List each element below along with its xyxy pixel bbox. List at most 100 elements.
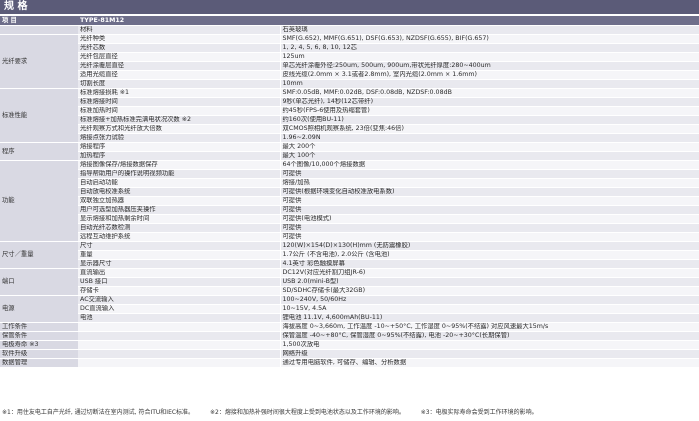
table-row: 工作条件 海拔高度 0~3,660m, 工作温度 -10~+50°C, 工作湿度 …: [0, 322, 699, 332]
item-cell: 用户可选型加热器压夹操作: [78, 205, 281, 215]
value-cell: 通过专用电脑软件, 可储存、编辑、分析数据: [280, 358, 699, 368]
table-row: 软件升级 网络升级: [0, 349, 699, 359]
value-cell: 双CMOS照相机观察系统, 23倍(变焦:46倍): [280, 124, 699, 134]
item-cell: 自动启动功能: [78, 178, 281, 188]
item-cell: [78, 358, 281, 368]
table-header-row: 项 目 TYPE-81M12: [0, 16, 699, 26]
category-cell: 程序: [0, 142, 78, 161]
value-cell: 海拔高度 0~3,660m, 工作温度 -10~+50°C, 工作湿度 0~95…: [280, 322, 699, 332]
table-row: 端口 直流输出 DC12V(对应光纤割刀组JR-6): [0, 268, 699, 296]
table-row: 存储卡 SD/SDHC存储卡(最大32GB): [0, 286, 699, 296]
spec-table: 项 目 TYPE-81M12 材料 石英玻璃 光纤要求 光纤种类 SMF(G.652),…: [0, 16, 699, 368]
item-cell: 光纤观察方式和光纤放大倍数: [78, 124, 281, 134]
category-cell: 光纤要求: [0, 34, 78, 89]
table-row: 电极寿命 ※3 1,500次放电: [0, 340, 699, 350]
item-cell: 标准熔接时间: [78, 97, 281, 107]
table-row: 光纤观察方式和光纤放大倍数 双CMOS照相机观察系统, 23倍(变焦:46倍): [0, 124, 699, 134]
table-row: 光纤包层直径 125um: [0, 52, 699, 62]
category-cell: 电极寿命 ※3: [0, 340, 78, 350]
category-cell: 数据管理: [0, 358, 78, 368]
item-cell: 光纤芯数: [78, 43, 281, 53]
value-cell: 可提供: [280, 232, 699, 242]
item-cell: 光纤包层直径: [78, 52, 281, 62]
value-cell: 单芯光纤涂覆外径:250um, 500um, 900um,带状光纤厚度:280~…: [280, 61, 699, 71]
item-cell: 直流输出: [78, 268, 281, 278]
value-cell: 可提供(根据环境变化自动校准放电系数): [280, 187, 699, 197]
value-cell: 120(W)×154(D)×130(H)mm (无防震橡胶): [280, 241, 699, 251]
table-row: 标准熔接+加热标准完满电状况次数 ※2 约160次(使用BU-11): [0, 115, 699, 125]
value-cell: 约160次(使用BU-11): [280, 115, 699, 125]
value-cell: DC12V(对应光纤割刀组JR-6): [280, 268, 699, 278]
table-row: 指导帮助用户的操作说明视频功能 可提供: [0, 169, 699, 179]
item-cell: 电池: [78, 313, 281, 323]
value-cell: 网络升级: [280, 349, 699, 359]
footnote-1: ※1：用住友电工自产光纤, 通过切断法在室内测试, 符合ITU和IEC标准。: [2, 409, 195, 416]
header-item: 项 目: [0, 16, 78, 26]
value-cell: 可提供(电池模式): [280, 214, 699, 224]
table-row: 保管条件 保管温度 -40~+80°C, 保管湿度 0~95%(不结露), 电池 …: [0, 331, 699, 341]
table-row: 数据管理 通过专用电脑软件, 可储存、编辑、分析数据: [0, 358, 699, 368]
value-cell: 10~15V, 4.5A: [280, 304, 699, 314]
item-cell: 标准熔接+加热标准完满电状况次数 ※2: [78, 115, 281, 125]
table-row: 适用光缆直径 皮线光缆(2.0mm × 3.1或者2.8mm), 室内光缆(2.0…: [0, 70, 699, 80]
table-row: 光纤要求 光纤种类 SMF(G.652), MMF(G.651), DSF(G.65…: [0, 34, 699, 89]
table-row: 加热程序 最大 100个: [0, 151, 699, 161]
section-title: 规 格: [0, 0, 699, 14]
table-row: 电池 锂电池 11.1V, 4,600mAh(BU-11): [0, 313, 699, 323]
item-cell: 指导帮助用户的操作说明视频功能: [78, 169, 281, 179]
item-cell: 远程互动维护系统: [78, 232, 281, 242]
category-cell: 保管条件: [0, 331, 78, 341]
item-cell: 切割长度: [78, 79, 281, 89]
header-model: TYPE-81M12: [78, 16, 699, 26]
value-cell: 9秒(单芯光纤), 14秒(12芯带纤): [280, 97, 699, 107]
value-cell: 1, 2, 4, 5, 6, 8, 10, 12芯: [280, 43, 699, 53]
table-row: 尺寸／重量 尺寸 120(W)×154(D)×130(H)mm (无防震橡胶): [0, 241, 699, 269]
item-cell: 重量: [78, 250, 281, 260]
item-cell: [78, 322, 281, 332]
value-cell: 最大 200个: [280, 142, 699, 152]
item-cell: 熔接点张力试验: [78, 133, 281, 143]
category-cell: 电源: [0, 295, 78, 323]
table-row: 程序 熔接程序 最大 200个: [0, 142, 699, 161]
value-cell: 1.7公斤 (不含电池), 2.0公斤 (含电池): [280, 250, 699, 260]
value-cell: 可提供: [280, 205, 699, 215]
item-cell: [78, 331, 281, 341]
item-cell: 自动光纤芯数检测: [78, 223, 281, 233]
item-cell: 双联独立加热器: [78, 196, 281, 206]
value-cell: 可提供: [280, 169, 699, 179]
item-cell: 光纤涂覆层直径: [78, 61, 281, 71]
item-cell: 熔接程序: [78, 142, 281, 152]
value-cell: 100~240V, 50/60Hz: [280, 295, 699, 305]
item-cell: [78, 349, 281, 359]
table-row: 电源 AC交流输入 100~240V, 50/60Hz: [0, 295, 699, 323]
category-cell: 尺寸／重量: [0, 241, 78, 269]
table-row: 标准性能 标准熔接损耗 ※1 SMF:0.05dB, MMF:0.02dB, DSF…: [0, 88, 699, 143]
table-row: 自动启动功能 熔接/加热: [0, 178, 699, 188]
item-cell: 熔接图像保存/熔接数据保存: [78, 160, 281, 170]
value-cell: USB 2.0(mini-B型): [280, 277, 699, 287]
value-cell: 可提供: [280, 223, 699, 233]
table-row: 切割长度 10mm: [0, 79, 699, 89]
table-row: 重量 1.7公斤 (不含电池), 2.0公斤 (含电池): [0, 250, 699, 260]
value-cell: 64个图像/10,000个熔接数据: [280, 160, 699, 170]
value-cell: 最大 100个: [280, 151, 699, 161]
table-row: 用户可选型加热器压夹操作 可提供: [0, 205, 699, 215]
item-cell: 显示器尺寸: [78, 259, 281, 269]
value-cell: 保管温度 -40~+80°C, 保管湿度 0~95%(不结露), 电池 -20~…: [280, 331, 699, 341]
item-cell: 标准熔接损耗 ※1: [78, 88, 281, 98]
table-row: 光纤芯数 1, 2, 4, 5, 6, 8, 10, 12芯: [0, 43, 699, 53]
footnotes: ※1：用住友电工自产光纤, 通过切断法在室内测试, 符合ITU和IEC标准。 ※…: [2, 407, 699, 416]
table-row: 光纤涂覆层直径 单芯光纤涂覆外径:250um, 500um, 900um,带状光纤…: [0, 61, 699, 71]
value-cell: SMF:0.05dB, MMF:0.02dB, DSF:0.08dB, NZDS…: [280, 88, 699, 98]
item-cell: 光纤种类: [78, 34, 281, 44]
category-cell: [0, 25, 78, 35]
spec-page: 规 格 项 目 TYPE-81M12 材料 石英玻璃 光纤要求 光纤种类 SMF(G.6…: [0, 0, 699, 421]
item-cell: 尺寸: [78, 241, 281, 251]
footnote-3: ※3：电极实际寿命会受到工作环境的影响。: [420, 409, 538, 416]
value-cell: 10mm: [280, 79, 699, 89]
item-cell: 显示熔接和加热剩余时间: [78, 214, 281, 224]
value-cell: 125um: [280, 52, 699, 62]
table-row: 显示熔接和加热剩余时间 可提供(电池模式): [0, 214, 699, 224]
category-cell: 标准性能: [0, 88, 78, 143]
category-cell: 端口: [0, 268, 78, 296]
